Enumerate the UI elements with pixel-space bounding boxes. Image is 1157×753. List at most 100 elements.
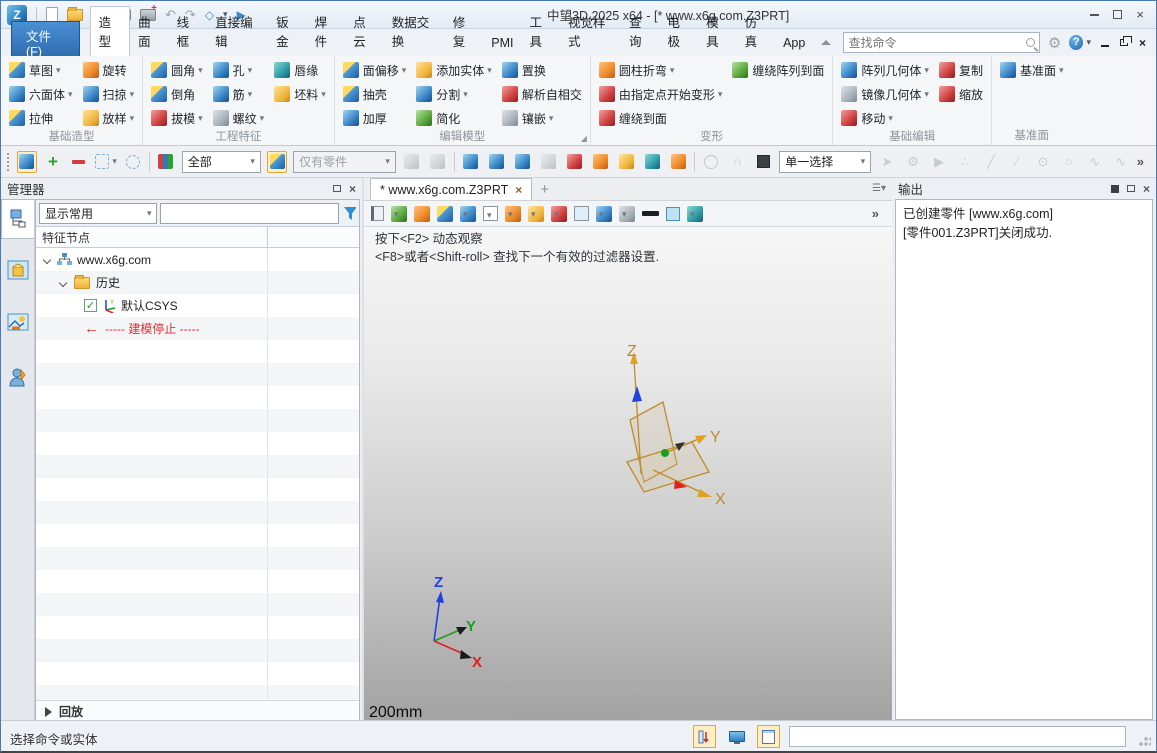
- tree-row-part[interactable]: www.x6g.com: [36, 248, 359, 271]
- copy-button[interactable]: 复制: [935, 58, 987, 82]
- plot-icon[interactable]: [391, 206, 407, 222]
- material-icon[interactable]: [687, 206, 703, 222]
- thread-button[interactable]: 螺纹: [209, 106, 269, 130]
- wave-icon[interactable]: ∿: [1111, 151, 1131, 173]
- pattern-geometry-button[interactable]: 阵列几何体: [837, 58, 933, 82]
- search-icon[interactable]: [1026, 38, 1035, 47]
- hole-button[interactable]: 孔: [209, 58, 269, 82]
- filter-scope-select[interactable]: 全部▾: [182, 151, 261, 173]
- role-manager-tab[interactable]: [1, 357, 34, 397]
- clock-icon[interactable]: [701, 151, 721, 173]
- dimension-icon[interactable]: [596, 206, 612, 222]
- tab-wireframe[interactable]: 线框: [169, 7, 208, 56]
- tab-close-icon[interactable]: ×: [515, 183, 522, 197]
- revolve-button[interactable]: 旋转: [79, 58, 139, 82]
- globe-icon[interactable]: [642, 151, 662, 173]
- draft-button[interactable]: 拔模: [147, 106, 207, 130]
- pick-red-icon[interactable]: [565, 151, 585, 173]
- resolve-self-intersection-button[interactable]: 解析自相交: [498, 82, 586, 106]
- mirror-geometry-button[interactable]: 镜像几何体: [837, 82, 933, 106]
- tab-simulation[interactable]: 仿真: [737, 7, 776, 56]
- checkbox-checked-icon[interactable]: [84, 299, 97, 312]
- exit-sketch-icon[interactable]: [371, 206, 384, 221]
- thicken-button[interactable]: 加厚: [339, 106, 411, 130]
- circle-center-icon[interactable]: ⊙: [1033, 151, 1053, 173]
- pick-gray-icon[interactable]: ➤: [877, 151, 897, 173]
- minimize-icon[interactable]: [1090, 14, 1099, 16]
- simplify-button[interactable]: 简化: [412, 106, 496, 130]
- tab-repair[interactable]: 修复: [445, 7, 484, 56]
- toolbar-grip[interactable]: [7, 153, 11, 171]
- tree-row-history[interactable]: 历史: [36, 271, 359, 294]
- line-width-icon[interactable]: [642, 211, 659, 216]
- cylindrical-bend-button[interactable]: 圆柱折弯: [595, 58, 727, 82]
- chevron-down-icon[interactable]: [43, 255, 51, 263]
- swatch-icon[interactable]: [753, 151, 773, 173]
- tab-visual-style[interactable]: 视觉样式: [560, 7, 621, 56]
- pick-bulb-icon[interactable]: [17, 151, 37, 173]
- lasso-icon[interactable]: [123, 151, 143, 173]
- document-tab[interactable]: * www.x6g.com.Z3PRT ×: [370, 178, 532, 200]
- monitor-icon[interactable]: [619, 206, 635, 222]
- ruler-toggle-icon[interactable]: [693, 725, 716, 748]
- help-icon[interactable]: ?: [1069, 35, 1083, 50]
- add-icon[interactable]: +: [43, 151, 63, 173]
- folder-alert-icon[interactable]: [617, 151, 637, 173]
- manager-filter-input[interactable]: [160, 203, 339, 224]
- replace-button[interactable]: 置换: [498, 58, 586, 82]
- toolbar-overflow-icon[interactable]: »: [1137, 154, 1150, 169]
- line-icon[interactable]: ╱: [981, 151, 1001, 173]
- display-mode-icon[interactable]: [460, 206, 476, 222]
- command-search-input[interactable]: [848, 36, 1025, 50]
- tab-surface[interactable]: 曲面: [130, 7, 169, 56]
- tree-column-header[interactable]: 特征节点: [36, 226, 359, 248]
- tab-tools[interactable]: 工具: [521, 7, 560, 56]
- visual-manager-tab[interactable]: [1, 251, 34, 291]
- entity-filter-icon[interactable]: [156, 151, 176, 173]
- doc-restore-icon[interactable]: [1120, 39, 1128, 46]
- viewport[interactable]: 按下<F2> 动态观察 <F8>或者<Shift-roll> 查找下一个有效的过…: [364, 227, 892, 723]
- move-button[interactable]: 移动: [837, 106, 933, 130]
- tab-shape[interactable]: 造型: [90, 6, 131, 56]
- extrude-button[interactable]: 拉伸: [5, 106, 77, 130]
- output-log[interactable]: 已创建零件 [www.x6g.com] [零件001.Z3PRT]关闭成功.: [895, 199, 1153, 720]
- axis-line-icon[interactable]: ⁄: [1007, 151, 1027, 173]
- dialog-launcher-icon[interactable]: ◢: [581, 134, 587, 143]
- link-b-icon[interactable]: [428, 151, 448, 173]
- output-close-icon[interactable]: ×: [1143, 182, 1150, 196]
- default-csys-datum[interactable]: Z Y X: [597, 342, 767, 517]
- shade-icon[interactable]: [437, 206, 453, 222]
- manager-close-icon[interactable]: ×: [349, 182, 356, 196]
- list-blue-3-icon[interactable]: [513, 151, 533, 173]
- stock-button[interactable]: 坯料: [270, 82, 330, 106]
- lip-button[interactable]: 唇缘: [270, 58, 330, 82]
- box-select-icon[interactable]: [95, 151, 117, 173]
- scale-button[interactable]: 缩放: [935, 82, 987, 106]
- resize-grip[interactable]: [1139, 734, 1151, 746]
- tab-list-icon[interactable]: ☰▾: [872, 183, 886, 194]
- box-button[interactable]: 六面体: [5, 82, 77, 106]
- notes-icon[interactable]: [591, 151, 611, 173]
- curve-icon[interactable]: ∩: [727, 151, 747, 173]
- output-pin-icon[interactable]: [1111, 185, 1119, 193]
- list-blue-1-icon[interactable]: [461, 151, 481, 173]
- datum-plane-button[interactable]: 基准面: [996, 58, 1068, 82]
- fullscreen-icon[interactable]: [574, 206, 589, 221]
- part-filter-select[interactable]: 仅有零件▾: [293, 151, 396, 173]
- close-icon[interactable]: ×: [1136, 10, 1144, 20]
- eraser-icon[interactable]: [414, 206, 430, 222]
- loft-button[interactable]: 放样: [79, 106, 139, 130]
- sketch-button[interactable]: 草图: [5, 58, 77, 82]
- circle-icon[interactable]: ○: [1059, 151, 1079, 173]
- manager-restore-icon[interactable]: [333, 185, 341, 192]
- tab-electrode[interactable]: 电极: [660, 7, 699, 56]
- tab-point-cloud[interactable]: 点云: [345, 7, 384, 56]
- history-manager-tab[interactable]: [1, 199, 34, 239]
- view-toolbar-overflow-icon[interactable]: »: [872, 206, 885, 221]
- new-file-icon[interactable]: [46, 7, 58, 22]
- tab-app[interactable]: App: [775, 31, 813, 56]
- spline-icon[interactable]: ∿: [1085, 151, 1105, 173]
- playback-bar[interactable]: 回放: [36, 700, 359, 722]
- play-small-icon[interactable]: ▶: [929, 151, 949, 173]
- view-triad[interactable]: Z Y X: [404, 569, 509, 674]
